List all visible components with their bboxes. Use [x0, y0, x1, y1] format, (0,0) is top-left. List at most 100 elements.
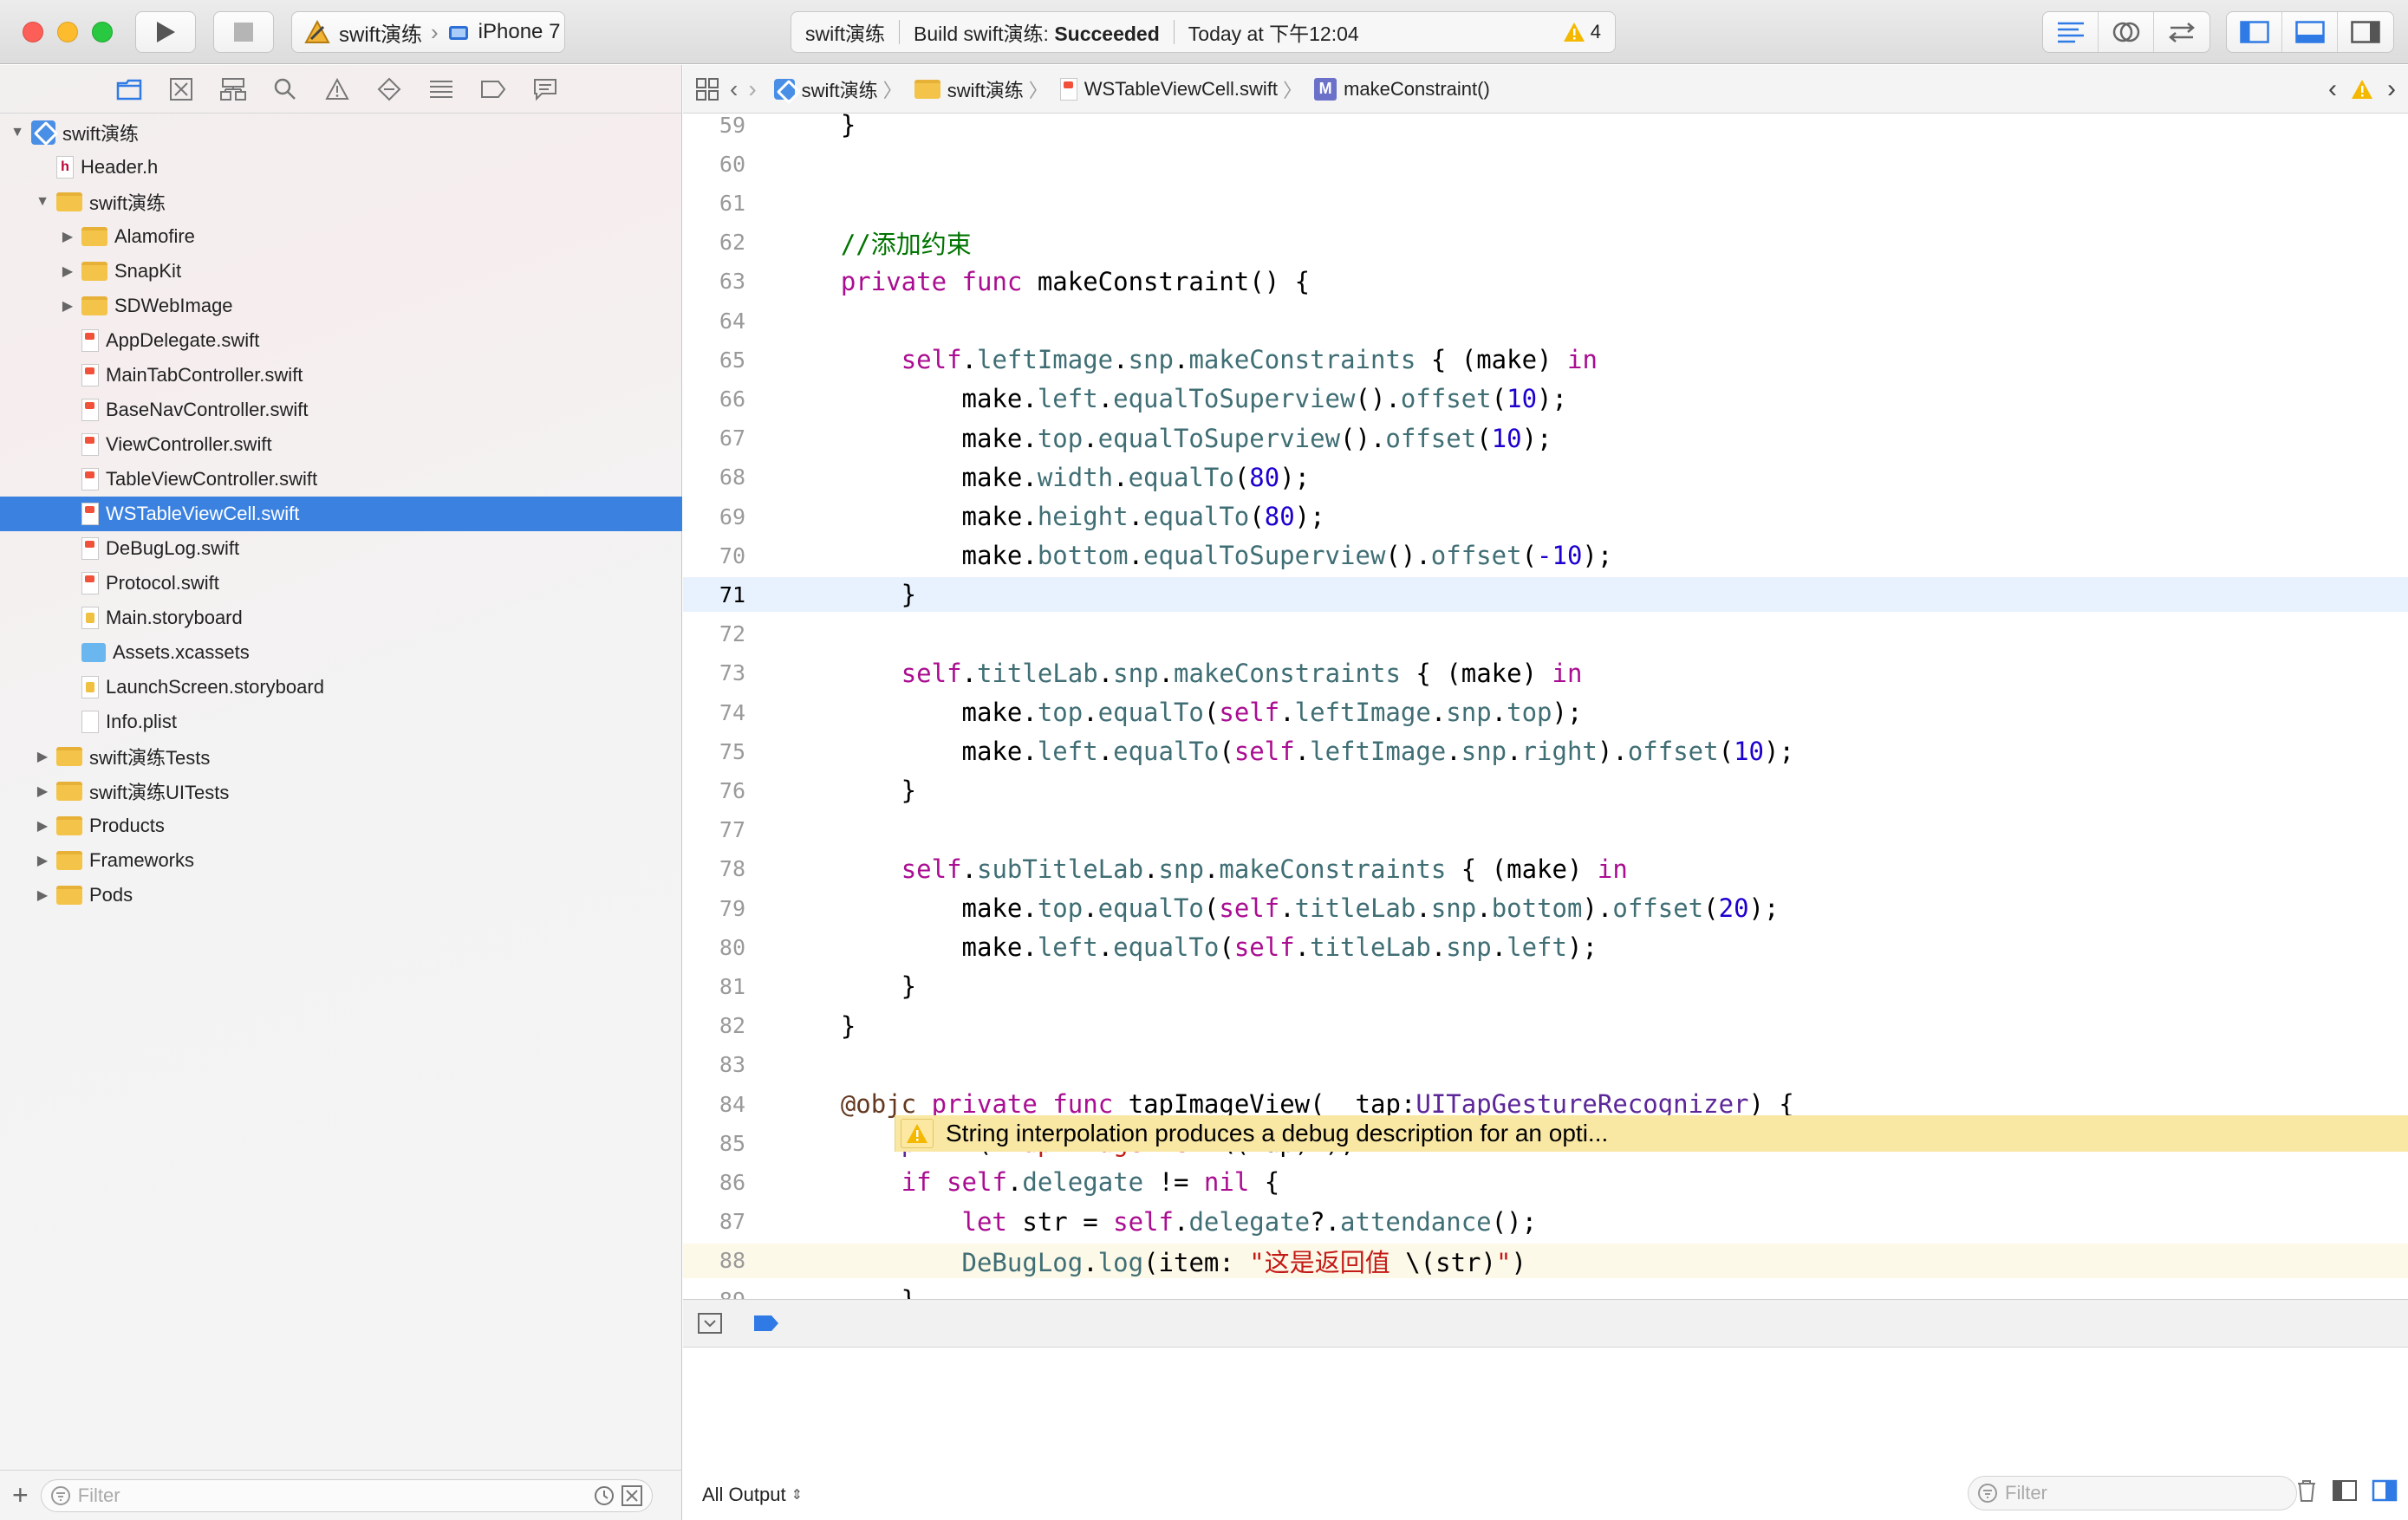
tree-row[interactable]: ▶ swift演练Tests [0, 739, 682, 774]
line-number[interactable]: 70 [683, 543, 745, 568]
line-number[interactable]: 62 [683, 230, 745, 255]
tree-row[interactable]: WSTableViewCell.swift [0, 497, 682, 531]
line-number[interactable]: 65 [683, 348, 745, 373]
disclosure-closed-icon[interactable]: ▶ [36, 748, 49, 765]
line-number[interactable]: 80 [683, 935, 745, 960]
toggle-debug-area-button[interactable] [2282, 12, 2338, 52]
tab-issue-navigator[interactable] [321, 73, 354, 106]
line-number[interactable]: 78 [683, 856, 745, 881]
disclosure-open-icon[interactable]: ▼ [36, 194, 49, 210]
tab-test-navigator[interactable] [373, 73, 406, 106]
standard-editor-button[interactable] [2043, 12, 2099, 52]
toggle-inspector-button[interactable] [2338, 12, 2393, 52]
tab-source-control[interactable] [165, 73, 198, 106]
warning-count-badge[interactable]: 4 [1563, 21, 1601, 43]
disclosure-closed-icon[interactable]: ▶ [36, 852, 49, 869]
output-filter-select[interactable]: All Output ⇕ [702, 1484, 803, 1506]
line-number[interactable]: 64 [683, 309, 745, 334]
inline-warning-banner[interactable]: String interpolation produces a debug de… [895, 1115, 2408, 1152]
breadcrumb-method[interactable]: makeConstraint() [1344, 78, 1490, 101]
line-number[interactable]: 67 [683, 425, 745, 451]
console-output[interactable] [683, 1348, 2408, 1470]
add-file-button[interactable]: + [12, 1479, 29, 1511]
tree-row[interactable]: ▶ SnapKit [0, 254, 682, 289]
code-line[interactable]: 83 [683, 1048, 2408, 1082]
tree-row[interactable]: Info.plist [0, 705, 682, 739]
hide-debug-area-icon[interactable] [697, 1312, 723, 1335]
disclosure-closed-icon[interactable]: ▶ [61, 297, 75, 315]
tree-row[interactable]: Protocol.swift [0, 566, 682, 601]
line-number[interactable]: 68 [683, 464, 745, 490]
code-line[interactable]: 63 private func makeConstraint() { [683, 264, 2408, 299]
line-number[interactable]: 72 [683, 621, 745, 646]
code-line[interactable]: 66 make.left.equalToSuperview().offset(1… [683, 381, 2408, 416]
close-window-button[interactable] [23, 22, 43, 42]
toggle-navigator-button[interactable] [2227, 12, 2282, 52]
line-number[interactable]: 85 [683, 1131, 745, 1156]
tree-row[interactable]: Main.storyboard [0, 601, 682, 635]
line-number[interactable]: 71 [683, 582, 745, 607]
tree-row[interactable]: h Header.h [0, 150, 682, 185]
line-number[interactable]: 69 [683, 504, 745, 529]
line-number[interactable]: 87 [683, 1209, 745, 1234]
next-issue-icon[interactable]: › [2387, 75, 2396, 104]
line-number[interactable]: 84 [683, 1092, 745, 1117]
line-number[interactable]: 61 [683, 191, 745, 216]
line-number[interactable]: 76 [683, 778, 745, 803]
line-number[interactable]: 75 [683, 739, 745, 764]
zoom-window-button[interactable] [92, 22, 113, 42]
tree-row[interactable]: AppDelegate.swift [0, 323, 682, 358]
previous-issue-icon[interactable]: ‹ [2328, 75, 2337, 104]
disclosure-closed-icon[interactable]: ▶ [36, 783, 49, 800]
trash-icon[interactable] [2295, 1478, 2318, 1503]
breadcrumb-group[interactable]: swift演练 [947, 75, 1024, 103]
line-number[interactable]: 73 [683, 660, 745, 685]
code-line[interactable]: 80 make.left.equalTo(self.titleLab.snp.l… [683, 930, 2408, 965]
code-line[interactable]: 69 make.height.equalTo(80); [683, 499, 2408, 534]
code-line[interactable]: 65 self.leftImage.snp.makeConstraints { … [683, 342, 2408, 377]
tab-report-navigator[interactable] [529, 73, 562, 106]
breadcrumb-file[interactable]: WSTableViewCell.swift [1084, 78, 1278, 101]
disclosure-closed-icon[interactable]: ▶ [61, 228, 75, 245]
tree-row[interactable]: ▶ swift演练UITests [0, 774, 682, 809]
console-only-icon[interactable] [2372, 1479, 2398, 1502]
code-line[interactable]: 78 self.subTitleLab.snp.makeConstraints … [683, 852, 2408, 887]
split-view-icon[interactable] [2332, 1479, 2358, 1502]
forward-arrow-icon[interactable]: › [748, 75, 756, 103]
code-line[interactable]: 61 [683, 185, 2408, 220]
tab-debug-navigator[interactable] [425, 73, 458, 106]
code-line[interactable]: 60 [683, 146, 2408, 181]
tab-find-navigator[interactable] [269, 73, 302, 106]
code-line[interactable]: 81 } [683, 969, 2408, 1004]
line-number[interactable]: 60 [683, 152, 745, 177]
tree-row[interactable]: MainTabController.swift [0, 358, 682, 393]
line-number[interactable]: 83 [683, 1052, 745, 1077]
tree-row[interactable]: ▼ swift演练 [0, 115, 682, 150]
tree-row[interactable]: ▶ Pods [0, 878, 682, 913]
breadcrumb-project[interactable]: swift演练 [802, 75, 878, 103]
tab-breakpoint-navigator[interactable] [477, 73, 510, 106]
line-number[interactable]: 59 [683, 114, 745, 138]
assistant-editor-button[interactable] [2099, 12, 2154, 52]
tree-row[interactable]: ▶ SDWebImage [0, 289, 682, 323]
tree-row[interactable]: ▶ Frameworks [0, 843, 682, 878]
minimize-window-button[interactable] [57, 22, 78, 42]
tree-row[interactable]: LaunchScreen.storyboard [0, 670, 682, 705]
code-line[interactable]: 75 make.left.equalTo(self.leftImage.snp.… [683, 734, 2408, 769]
code-line[interactable]: 87 let str = self.delegate?.attendance()… [683, 1205, 2408, 1239]
line-number[interactable]: 82 [683, 1013, 745, 1038]
tab-project-navigator[interactable] [113, 73, 146, 106]
back-arrow-icon[interactable]: ‹ [730, 75, 738, 103]
code-line[interactable]: 70 make.bottom.equalToSuperview().offset… [683, 538, 2408, 573]
code-line[interactable]: 68 make.width.equalTo(80); [683, 460, 2408, 495]
code-line[interactable]: 67 make.top.equalToSuperview().offset(10… [683, 421, 2408, 456]
line-number[interactable]: 74 [683, 700, 745, 725]
navigator-filter-input[interactable]: Filter [40, 1478, 653, 1512]
line-number[interactable]: 79 [683, 896, 745, 921]
code-line[interactable]: 86 if self.delegate != nil { [683, 1165, 2408, 1199]
disclosure-open-icon[interactable]: ▼ [10, 125, 24, 140]
version-editor-button[interactable] [2154, 12, 2210, 52]
tab-symbol-navigator[interactable] [217, 73, 250, 106]
code-line[interactable]: 62 //添加约束 [683, 225, 2408, 260]
console-filter-input[interactable]: Filter [1968, 1476, 2297, 1510]
